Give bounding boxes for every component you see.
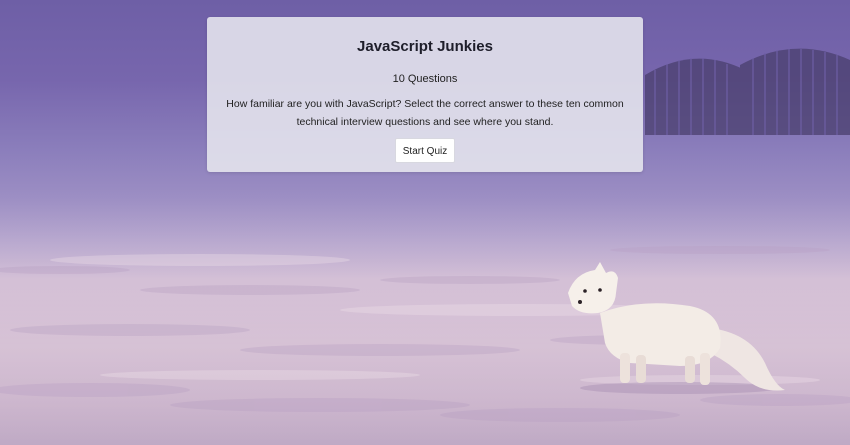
- quiz-description: How familiar are you with JavaScript? Se…: [226, 98, 624, 128]
- quiz-intro-card: JavaScript Junkies 10 Questions How fami…: [207, 17, 643, 172]
- fence-silhouette: [645, 48, 850, 135]
- start-quiz-button[interactable]: Start Quiz: [394, 138, 456, 163]
- quiz-title: JavaScript Junkies: [357, 38, 493, 55]
- question-count: 10 Questions: [392, 73, 458, 85]
- arctic-fox-image: [568, 262, 785, 394]
